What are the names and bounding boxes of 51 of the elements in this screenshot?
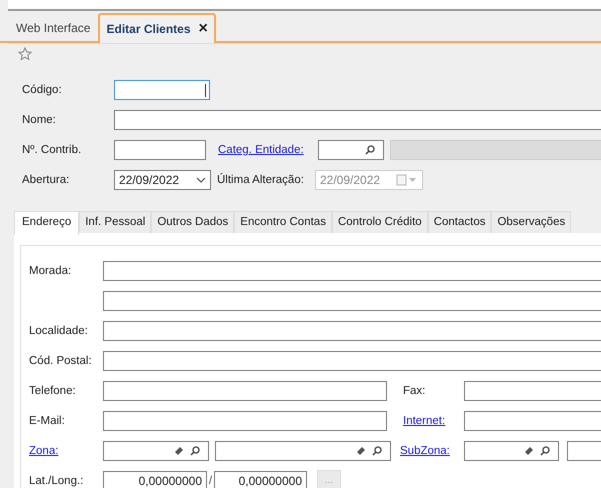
opening-date-field[interactable]: 22/09/2022	[114, 170, 211, 190]
field-label: Localidade:	[29, 324, 89, 336]
field-label: E-Mail:	[29, 414, 66, 426]
field-label: Cód. Postal:	[29, 354, 93, 366]
page-tab[interactable]: Controlo Crédito	[332, 211, 428, 233]
tax-number-field[interactable]	[114, 140, 206, 160]
search-icon[interactable]	[372, 446, 382, 456]
field-label: Lat./Long.:	[29, 474, 84, 486]
document-tab[interactable]: Web Interface	[8, 15, 98, 41]
locality-field[interactable]	[103, 320, 601, 340]
subzone-link[interactable]: SubZona:	[400, 444, 464, 456]
search-icon[interactable]	[190, 446, 200, 456]
close-icon[interactable]: ×	[198, 20, 208, 38]
code-field[interactable]	[114, 80, 210, 100]
page-tab[interactable]: Endereço	[14, 211, 80, 235]
fax-field[interactable]	[464, 380, 601, 400]
latitude-field[interactable]: 0,00000000	[103, 470, 207, 488]
field-label: Telefone:	[29, 384, 77, 396]
category-lookup-field[interactable]	[318, 140, 384, 160]
subzone-lookup-field[interactable]	[464, 440, 559, 460]
page-tab[interactable]: Inf. Pessoal	[79, 211, 152, 233]
page-tab[interactable]: Contactos	[428, 211, 492, 233]
internet-link[interactable]: Internet:	[403, 414, 464, 426]
category-link[interactable]: Categ. Entidade:	[218, 144, 318, 156]
field-label: Nome:	[22, 114, 57, 126]
zone-lookup-field[interactable]	[215, 440, 391, 460]
search-icon[interactable]	[365, 145, 375, 155]
field-label: Nº. Contrib.	[22, 144, 82, 156]
field-label: Última Alteração:	[217, 174, 305, 186]
page-tab[interactable]: Outros Dados	[151, 211, 234, 233]
longitude-field[interactable]: 0,00000000	[214, 470, 307, 488]
name-field[interactable]	[114, 110, 601, 130]
chevron-down-icon[interactable]	[196, 177, 206, 183]
postal-code-field[interactable]	[103, 350, 601, 370]
page-tab[interactable]: Observações	[491, 211, 572, 233]
zone-lookup-field[interactable]	[103, 440, 209, 460]
email-field[interactable]	[103, 410, 387, 430]
search-icon[interactable]	[540, 446, 550, 456]
star-icon[interactable]	[18, 47, 32, 61]
page-tab[interactable]: Encontro Contas	[234, 211, 332, 233]
address-field[interactable]	[103, 290, 601, 310]
field-label: Morada:	[29, 264, 72, 276]
field-label: Fax:	[403, 384, 426, 396]
internet-field[interactable]	[464, 410, 601, 430]
address-field[interactable]	[103, 260, 601, 280]
field-label: Código:	[22, 84, 63, 96]
phone-field[interactable]	[103, 380, 387, 400]
document-tab[interactable]: Editar Clientes ×	[98, 13, 216, 43]
separator-text: /	[208, 474, 214, 486]
field-label: Abertura:	[22, 174, 70, 186]
zone-link[interactable]: Zona:	[29, 444, 103, 456]
